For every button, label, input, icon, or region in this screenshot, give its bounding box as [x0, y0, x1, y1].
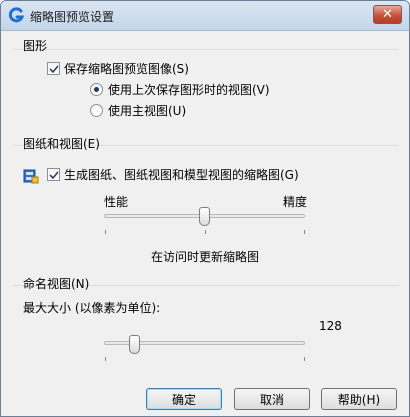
accuracy-label: 精度 — [283, 195, 308, 209]
radio-last-saved-view[interactable] — [90, 83, 103, 96]
slider-tick — [205, 230, 206, 234]
save-preview-checkbox[interactable] — [47, 62, 60, 75]
ok-button[interactable]: 确定 — [146, 388, 222, 410]
close-button[interactable]: ✕ — [373, 5, 402, 24]
generate-thumbnails-label: 生成图纸、图纸视图和模型视图的缩略图(G) — [64, 168, 299, 182]
slider-tick — [105, 357, 106, 361]
generate-thumbnails-checkbox[interactable] — [47, 168, 60, 181]
update-status-text: 在访问时更新缩略图 — [151, 250, 260, 264]
slider-tick — [105, 230, 106, 234]
max-size-value: 128 — [319, 319, 342, 333]
radio-last-saved-view-row[interactable]: 使用上次保存图形时的视图(V) — [90, 81, 270, 98]
radio-selected-dot — [94, 87, 99, 92]
radio-home-view-label: 使用主视图(U) — [108, 104, 187, 118]
cancel-button[interactable]: 取消 — [234, 388, 310, 410]
save-preview-checkbox-row[interactable]: 保存缩略图预览图像(S) — [47, 60, 189, 77]
named-views-group-title: 命名视图(N) — [23, 277, 90, 291]
slider-tick — [304, 230, 305, 234]
radio-home-view[interactable] — [90, 104, 103, 117]
radio-last-saved-view-label: 使用上次保存图形时的视图(V) — [108, 83, 270, 97]
graphics-group-divider — [13, 49, 399, 50]
sheet-views-icon — [23, 169, 39, 184]
slider-thumb[interactable] — [199, 207, 210, 226]
graphics-group-title: 图形 — [23, 39, 48, 53]
radio-home-view-row[interactable]: 使用主视图(U) — [90, 102, 186, 119]
max-size-label: 最大大小 (以像素为单位): — [23, 301, 161, 315]
title-bar: 缩略图预览设置 ✕ — [1, 1, 409, 31]
performance-label: 性能 — [104, 195, 129, 209]
checkmark-icon — [48, 64, 59, 73]
generate-thumbnails-checkbox-row[interactable]: 生成图纸、图纸视图和模型视图的缩略图(G) — [47, 166, 299, 183]
slider-thumb[interactable] — [128, 335, 140, 354]
help-button[interactable]: 帮助(H) — [321, 388, 397, 410]
save-preview-label: 保存缩略图预览图像(S) — [64, 62, 189, 76]
checkmark-icon — [48, 170, 59, 179]
app-logo-icon — [8, 7, 25, 23]
dialog-window: 缩略图预览设置 ✕ 图形 保存缩略图预览图像(S) 使用上次保存图形时的视图(V… — [0, 0, 410, 417]
slider-tick — [304, 357, 305, 361]
sheets-group-title: 图纸和视图(E) — [23, 137, 100, 151]
window-title: 缩略图预览设置 — [30, 10, 115, 24]
